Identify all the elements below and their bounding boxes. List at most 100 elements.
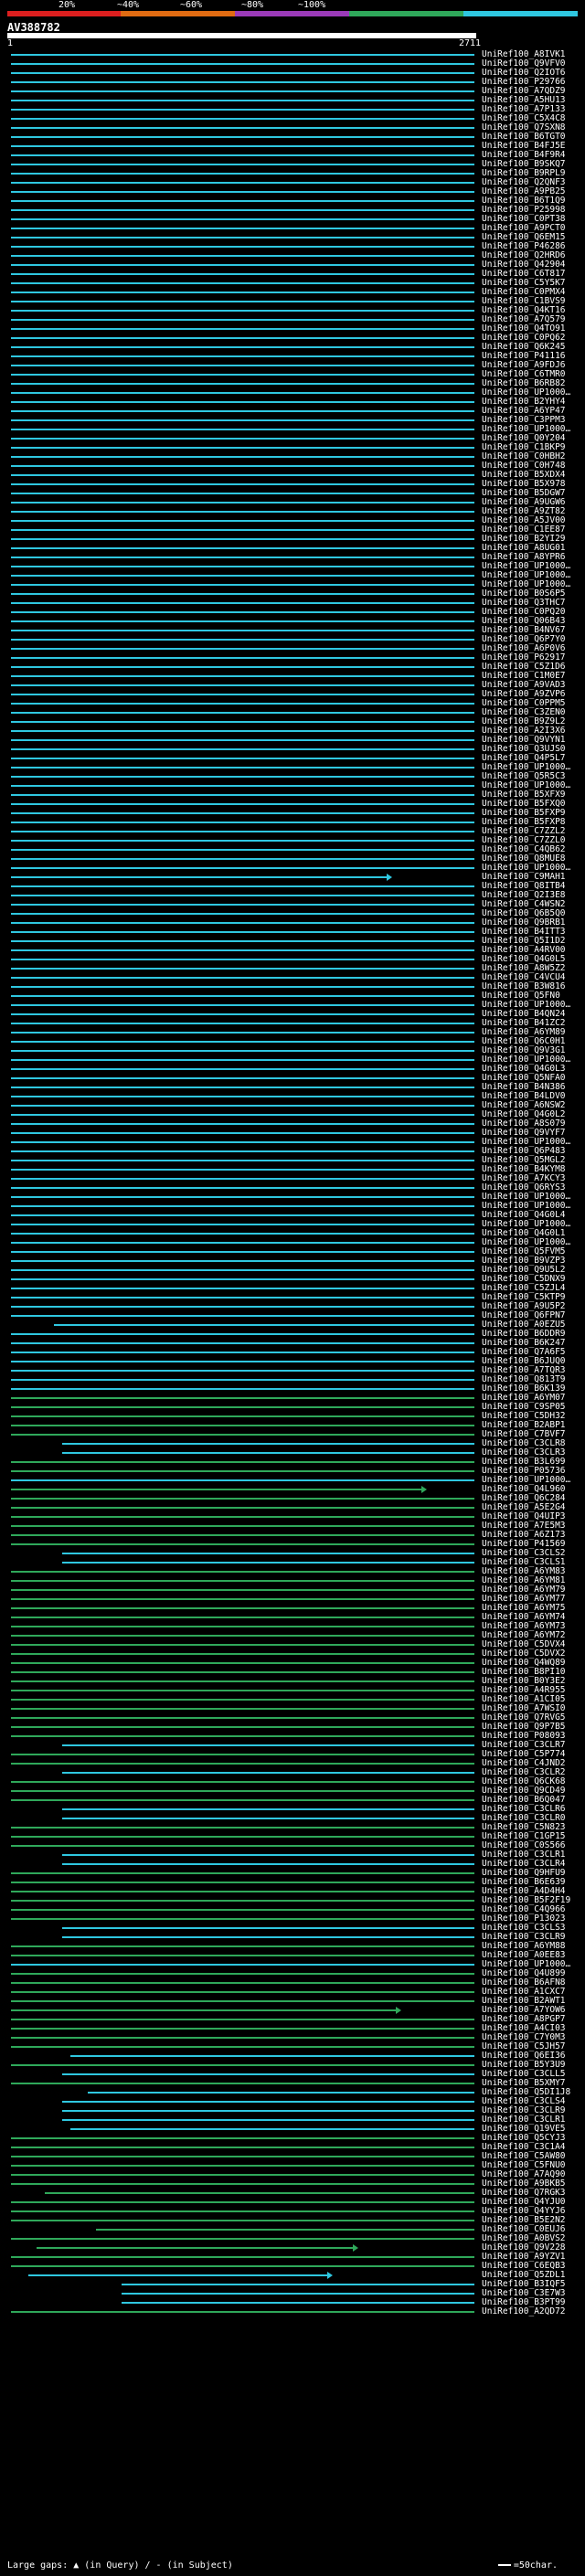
identity-legend: 20% ~40% ~60% ~80% ~100%: [7, 0, 578, 18]
hit-alignment-line: [11, 2220, 474, 2221]
hit-alignment-line: [11, 2256, 474, 2258]
hit-alignment-line: [11, 2009, 396, 2011]
hit-alignment-line: [11, 1498, 474, 1500]
hit-alignment-line: [11, 1589, 474, 1591]
hit-alignment-line: [11, 182, 474, 184]
hit-alignment-line: [11, 1123, 474, 1125]
hit-row[interactable]: UniRef100_A2QD72: [0, 2306, 585, 2316]
hit-alignment-line: [61, 2073, 474, 2075]
hit-alignment-line: [11, 566, 474, 567]
hit-alignment-line: [11, 410, 474, 412]
hit-alignment-line: [11, 100, 474, 101]
hit-alignment-line: [11, 767, 474, 769]
hit-alignment-line: [11, 1114, 474, 1116]
hit-alignment-line: [11, 1909, 474, 1911]
hit-alignment-line: [11, 1370, 474, 1372]
hit-alignment-line: [61, 1443, 474, 1445]
hit-alignment-line: [11, 1251, 474, 1253]
hit-alignment-line: [11, 803, 474, 805]
hit-alignment-line: [11, 959, 474, 960]
legend-bar-80: [349, 11, 463, 16]
hit-alignment-line: [11, 1607, 474, 1609]
hit-alignment-line: [53, 1324, 474, 1326]
hit-alignment-line: [11, 465, 474, 467]
hit-alignment-line: [61, 1452, 474, 1454]
hit-alignment-line: [70, 2055, 474, 2057]
hit-alignment-line: [11, 1726, 474, 1728]
hit-alignment-line: [11, 931, 474, 933]
hit-alignment-line: [11, 2000, 474, 2002]
hit-alignment-line: [11, 2083, 474, 2084]
legend-bar-100: [463, 11, 578, 16]
hit-alignment-line: [11, 337, 474, 339]
legend-label-80: ~80%: [241, 0, 264, 10]
hit-alignment-line: [11, 703, 474, 705]
hit-alignment-line: [11, 602, 474, 604]
hit-alignment-line: [11, 1105, 474, 1107]
hit-alignment-line: [11, 538, 474, 540]
hit-alignment-line: [11, 1260, 474, 1262]
hit-alignment-line: [11, 1306, 474, 1308]
hit-alignment-line: [11, 1169, 474, 1171]
hit-alignment-line: [11, 228, 474, 229]
hit-alignment-line: [11, 1041, 474, 1043]
hit-alignment-line: [11, 922, 474, 924]
hit-label[interactable]: UniRef100_A2QD72: [482, 2306, 584, 2316]
hit-alignment-line: [11, 1617, 474, 1618]
hit-alignment-line: [61, 1808, 474, 1810]
gap-marker-icon: [326, 2272, 333, 2279]
hit-alignment-line: [61, 1936, 474, 1938]
hit-alignment-line: [11, 355, 474, 357]
hit-alignment-line: [11, 684, 474, 686]
hit-alignment-line: [11, 2046, 474, 2048]
legend-bar-60: [235, 11, 349, 16]
hit-alignment-line: [11, 246, 474, 248]
hit-alignment-line: [27, 2274, 327, 2276]
hit-alignment-line: [11, 1690, 474, 1691]
hit-alignment-line: [11, 1342, 474, 1344]
hit-alignment-line: [11, 374, 474, 376]
hit-alignment-line: [11, 237, 474, 239]
hit-alignment-line: [11, 1845, 474, 1847]
hit-alignment-line: [11, 1470, 474, 1472]
hit-alignment-line: [11, 1571, 474, 1573]
hit-alignment-line: [11, 1178, 474, 1180]
hit-list: UniRef100_A8IVK1 UniRef100_Q9VFV0 UniRef10…: [0, 49, 585, 2540]
hit-alignment-line: [11, 1891, 474, 1892]
hit-alignment-line: [11, 1141, 474, 1143]
hit-alignment-line: [45, 2192, 474, 2194]
hit-alignment-line: [11, 1699, 474, 1701]
query-bar: [7, 33, 476, 38]
hit-alignment-line: [11, 292, 474, 293]
hit-alignment-line: [11, 1680, 474, 1682]
hit-alignment-line: [11, 1653, 474, 1655]
hit-alignment-line: [11, 611, 474, 613]
hit-alignment-line: [11, 885, 474, 887]
hit-alignment-line: [11, 977, 474, 979]
hit-alignment-line: [11, 429, 474, 430]
hit-alignment-line: [122, 2284, 474, 2285]
hit-alignment-line: [11, 1781, 474, 1783]
hit-alignment-line: [11, 1735, 474, 1737]
hit-alignment-line: [11, 209, 474, 211]
hit-alignment-line: [11, 1479, 474, 1481]
hit-alignment-line: [11, 1315, 474, 1317]
hit-alignment-line: [11, 867, 474, 869]
hit-alignment-line: [11, 2137, 474, 2139]
hit-alignment-line: [11, 995, 474, 997]
hit-alignment-line: [11, 1717, 474, 1719]
hit-alignment-line: [11, 310, 474, 312]
hit-alignment-line: [11, 913, 474, 915]
hit-alignment-line: [11, 575, 474, 577]
hit-alignment-line: [11, 1918, 474, 1920]
hit-alignment-line: [61, 1863, 474, 1865]
hit-alignment-line: [11, 1077, 474, 1079]
hit-alignment-line: [11, 1635, 474, 1637]
legend-label-40: ~40%: [117, 0, 140, 10]
hit-alignment-line: [11, 1461, 474, 1463]
hit-alignment-line: [11, 986, 474, 988]
hit-alignment-line: [11, 1836, 474, 1838]
hit-alignment-line: [11, 949, 474, 951]
hit-alignment-line: [11, 1068, 474, 1070]
hit-alignment-line: [11, 849, 474, 851]
